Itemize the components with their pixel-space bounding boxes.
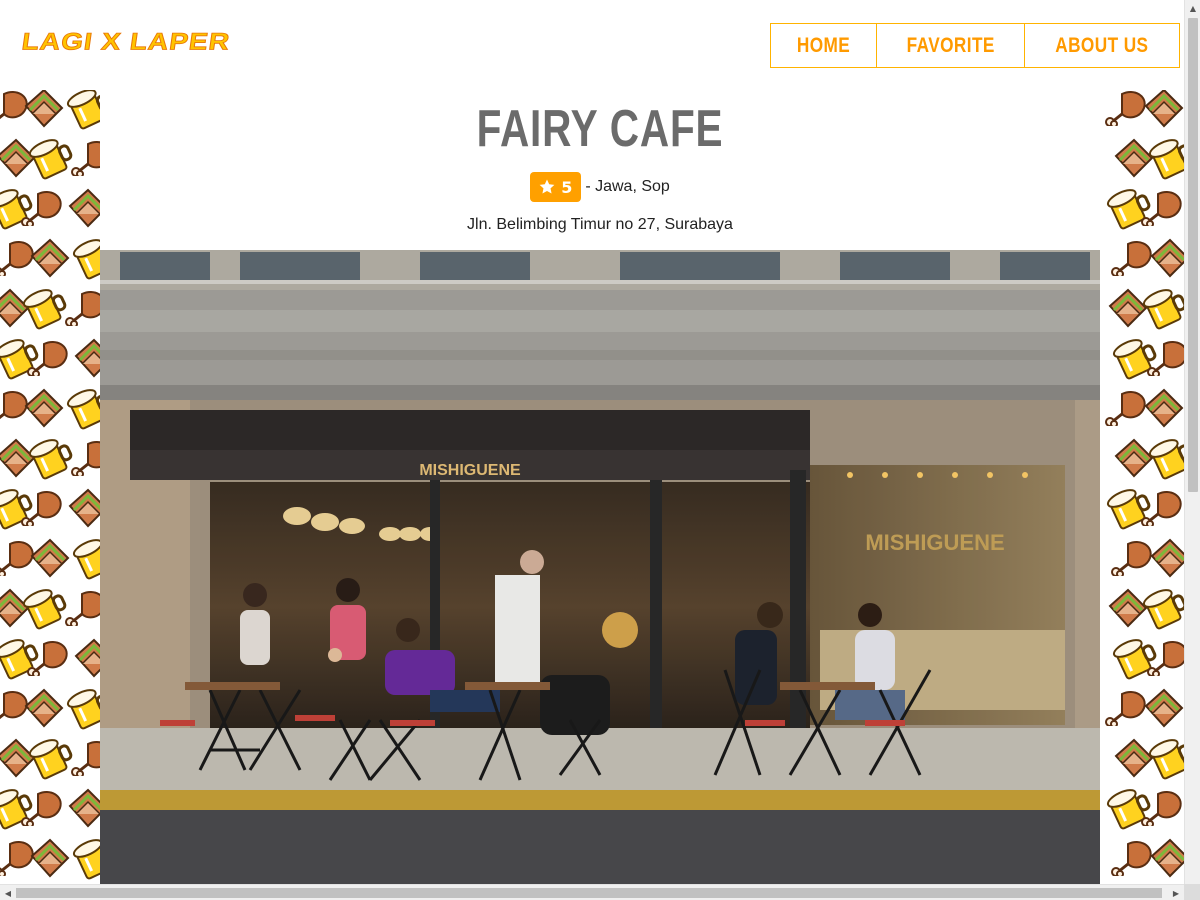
restaurant-address: Jln. Belimbing Timur no 27, Surabaya [467,216,733,233]
restaurant-meta: 5 - Jawa, Sop [100,172,1100,202]
chicken-leg-icon [26,636,72,680]
beer-mug-icon [1140,286,1184,336]
sandwich-icon [26,536,72,586]
chicken-leg-icon [26,336,72,380]
sandwich-icon [1140,90,1184,136]
sandwich-icon [70,336,100,386]
vertical-scroll-thumb[interactable] [1188,18,1198,492]
chicken-leg-icon [1146,336,1184,380]
nav-home-link[interactable]: HOME [780,24,866,67]
sandwich-icon [20,686,66,736]
sandwich-icon [20,386,66,436]
star-icon [539,179,555,194]
beer-mug-icon [70,836,100,884]
sandwich-icon [20,90,66,136]
site-header: LAGI X LAPER HOME FAVORITE ABOUT US [0,0,1184,90]
beer-mug-icon [64,386,100,436]
main-nav: HOME FAVORITE ABOUT US [769,23,1180,68]
restaurant-detail: FAIRY CAFE 5 - Jawa, Sop Jln. Belimbing … [100,90,1100,884]
chicken-leg-icon [64,286,100,330]
chicken-leg-icon [70,136,100,180]
beer-mug-icon [64,90,100,136]
sandwich-icon [26,236,72,286]
chicken-leg-icon [20,486,66,530]
beer-mug-icon [1146,436,1184,486]
restaurant-photo: MISHIGUENE MISHIGUENE [100,250,1100,884]
nav-favorite-link[interactable]: FAVORITE [890,24,1011,67]
chicken-leg-icon [64,586,100,630]
beer-mug-icon [70,236,100,286]
beer-mug-icon [1146,736,1184,786]
left-food-pattern [0,90,100,884]
sandwich-icon [1140,386,1184,436]
scroll-up-arrow-icon[interactable]: ▲ [1185,0,1200,16]
vertical-scrollbar[interactable]: ▲ [1184,0,1200,884]
sandwich-icon [1146,536,1184,586]
horizontal-scrollbar[interactable]: ◀ ▶ [0,884,1184,900]
beer-mug-icon [1140,586,1184,636]
sandwich-icon [70,636,100,686]
chicken-leg-icon [70,736,100,780]
chicken-leg-icon [70,436,100,480]
chicken-leg-icon [1146,636,1184,680]
site-logo[interactable]: LAGI X LAPER [20,28,233,55]
rating-value: 5 [561,177,573,197]
sandwich-icon [1146,236,1184,286]
right-food-pattern [1100,90,1184,884]
chicken-leg-icon [1140,786,1184,830]
sandwich-icon [64,786,100,836]
scroll-left-arrow-icon[interactable]: ◀ [0,885,16,900]
sandwich-icon [64,486,100,536]
rating-badge: 5 [530,172,582,202]
scrollbar-corner [1184,884,1200,900]
restaurant-name: FAIRY CAFE [476,100,724,158]
chicken-leg-icon [20,186,66,230]
restaurant-categories: - Jawa, Sop [585,178,670,195]
sandwich-icon [64,186,100,236]
beer-mug-icon [70,536,100,586]
chicken-leg-icon [1140,486,1184,530]
chicken-leg-icon [1140,186,1184,230]
cafe-storefront-image: MISHIGUENE MISHIGUENE [100,250,1100,884]
sandwich-icon [1146,836,1184,884]
horizontal-scroll-thumb[interactable] [16,888,1162,898]
sandwich-icon [26,836,72,884]
beer-mug-icon [64,686,100,736]
beer-mug-icon [1146,136,1184,186]
chicken-leg-icon [20,786,66,830]
scroll-right-arrow-icon[interactable]: ▶ [1168,885,1184,900]
nav-about-us-link[interactable]: ABOUT US [1039,24,1165,67]
sandwich-icon [1140,686,1184,736]
